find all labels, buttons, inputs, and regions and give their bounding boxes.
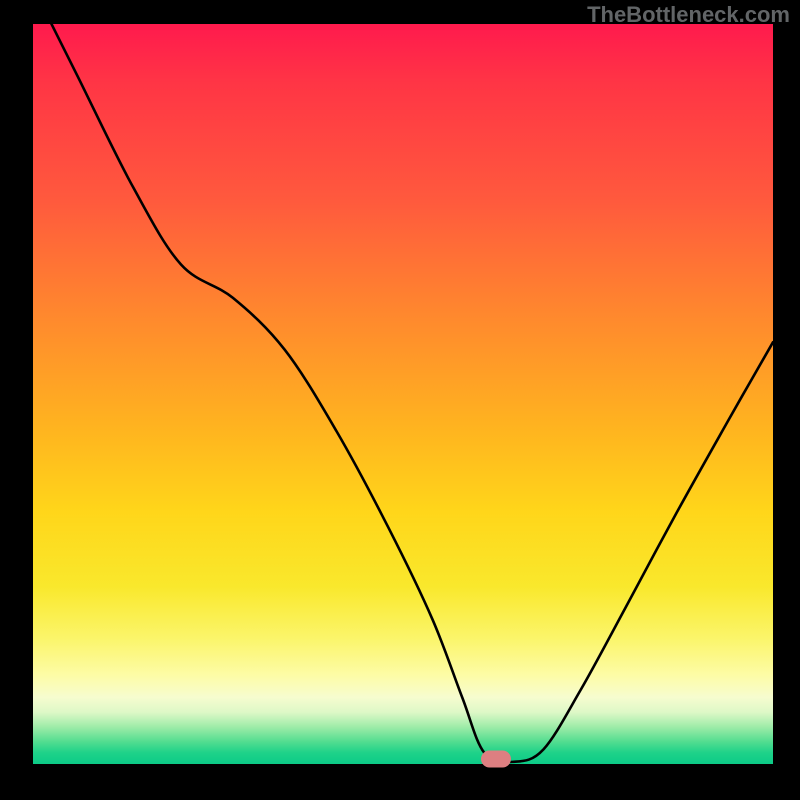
curve-path	[33, 24, 773, 762]
optimum-marker	[481, 750, 511, 767]
chart-frame: TheBottleneck.com	[0, 0, 800, 800]
watermark-text: TheBottleneck.com	[587, 2, 790, 28]
bottleneck-curve	[33, 24, 773, 764]
plot-area	[33, 24, 773, 764]
